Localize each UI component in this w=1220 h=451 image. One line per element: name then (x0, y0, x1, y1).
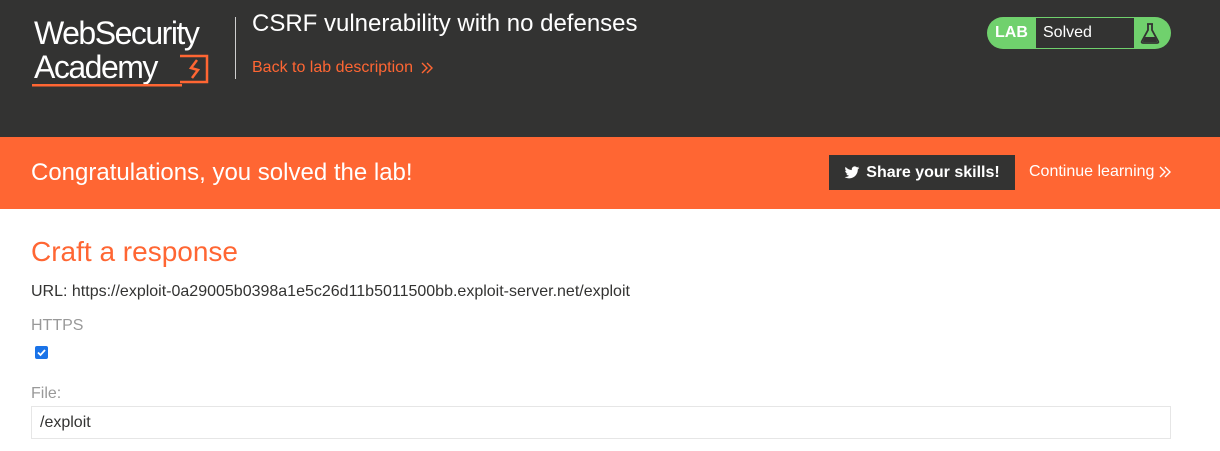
double-chevron-right-icon (421, 62, 433, 74)
double-chevron-right-icon (1159, 166, 1172, 178)
header-divider (235, 17, 236, 79)
congratulations-message: Congratulations, you solved the lab! (31, 159, 413, 186)
file-label: File: (31, 385, 62, 402)
back-link-label: Back to lab description (252, 59, 413, 76)
websecurity-academy-logo[interactable]: WebSecurity Academy (32, 14, 222, 88)
craft-response-heading: Craft a response (31, 236, 238, 267)
continue-learning-label: Continue learning (1029, 163, 1155, 180)
checkmark-icon (37, 349, 46, 357)
lightning-mark-icon (180, 54, 209, 84)
logo-text-line2: Academy (34, 49, 158, 85)
https-label: HTTPS (31, 317, 84, 334)
back-to-lab-description-link[interactable]: Back to lab description (252, 59, 433, 77)
flask-icon (1140, 23, 1160, 44)
file-path-input[interactable] (31, 406, 1171, 439)
twitter-bird-icon (844, 165, 860, 178)
share-your-skills-button[interactable]: Share your skills! (829, 155, 1015, 190)
https-checkbox[interactable] (35, 346, 48, 359)
continue-learning-link[interactable]: Continue learning (1029, 163, 1172, 181)
lab-status-text: Solved (1036, 18, 1134, 48)
logo-underline-icon (32, 84, 182, 87)
logo-text-line1: WebSecurity (34, 15, 200, 51)
lab-badge-label: LAB (995, 24, 1028, 41)
lab-title: CSRF vulnerability with no defenses (252, 10, 638, 37)
exploit-url: URL: https://exploit-0a29005b0398a1e5c26… (31, 283, 630, 300)
share-button-label: Share your skills! (866, 163, 1000, 181)
